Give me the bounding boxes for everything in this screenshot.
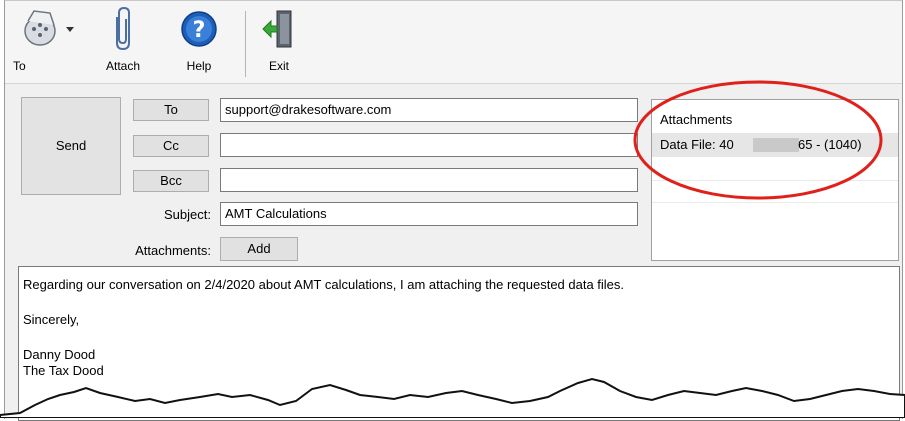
- torn-edge: [0, 377, 905, 418]
